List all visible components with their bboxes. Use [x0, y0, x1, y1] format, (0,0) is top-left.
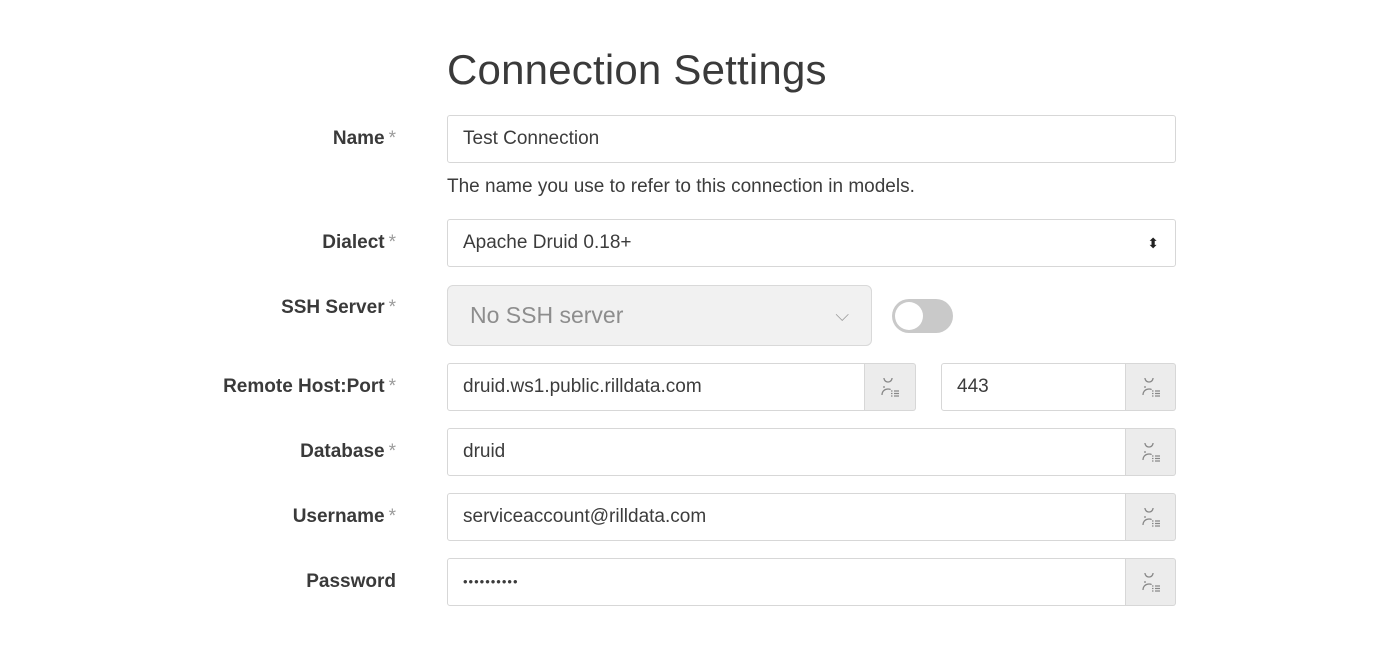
remote-port-input[interactable]: 443	[941, 363, 1126, 411]
ssh-server-label: SSH Server *	[0, 296, 396, 320]
user-variable-icon	[1142, 378, 1160, 397]
ssh-server-select-value: No SSH server	[470, 302, 624, 328]
remote-host-input[interactable]: druid.ws1.public.rilldata.com	[447, 363, 865, 411]
chevron-down-icon: ⌵	[835, 305, 849, 325]
name-help-text: The name you use to refer to this connec…	[447, 176, 915, 197]
database-label-text: Database	[300, 441, 385, 462]
required-marker: *	[388, 441, 396, 462]
database-label: Database *	[0, 440, 396, 464]
required-marker: *	[388, 232, 396, 253]
user-variable-icon	[1142, 508, 1160, 527]
username-variable-button[interactable]	[1126, 493, 1176, 541]
name-label: Name *	[0, 127, 396, 151]
required-marker: *	[388, 376, 396, 397]
ssh-server-label-text: SSH Server	[281, 297, 385, 318]
database-input[interactable]: druid	[447, 428, 1126, 476]
ssh-server-select[interactable]: No SSH server ⌵	[447, 285, 872, 346]
page-title: Connection Settings	[447, 46, 827, 93]
select-arrows-icon: ⬍	[1147, 235, 1159, 251]
database-variable-button[interactable]	[1126, 428, 1176, 476]
password-variable-button[interactable]	[1126, 558, 1176, 606]
name-label-text: Name	[332, 128, 385, 149]
dialect-label-text: Dialect	[322, 232, 385, 253]
required-marker: *	[388, 506, 396, 527]
user-variable-icon	[1142, 443, 1160, 462]
username-input[interactable]: serviceaccount@rilldata.com	[447, 493, 1126, 541]
host-variable-button[interactable]	[865, 363, 916, 411]
password-input[interactable]: ••••••••••	[447, 558, 1126, 606]
dialect-select-value: Apache Druid 0.18+	[463, 232, 632, 253]
toggle-knob	[895, 302, 923, 330]
password-label-text: Password	[306, 571, 396, 592]
dialect-label: Dialect *	[0, 231, 396, 255]
user-variable-icon	[1142, 573, 1160, 592]
name-input[interactable]: Test Connection	[447, 115, 1176, 163]
dialect-select[interactable]: Apache Druid 0.18+ ⬍	[447, 219, 1176, 267]
ssh-server-toggle[interactable]	[892, 299, 953, 333]
username-label-text: Username	[292, 506, 385, 527]
required-marker: *	[388, 128, 396, 149]
password-label: Password	[0, 570, 396, 594]
required-marker: *	[388, 297, 396, 318]
remote-host-port-label-text: Remote Host:Port	[223, 376, 385, 397]
remote-host-port-label: Remote Host:Port *	[0, 375, 396, 399]
username-label: Username *	[0, 505, 396, 529]
port-variable-button[interactable]	[1126, 363, 1176, 411]
user-variable-icon	[881, 378, 899, 397]
